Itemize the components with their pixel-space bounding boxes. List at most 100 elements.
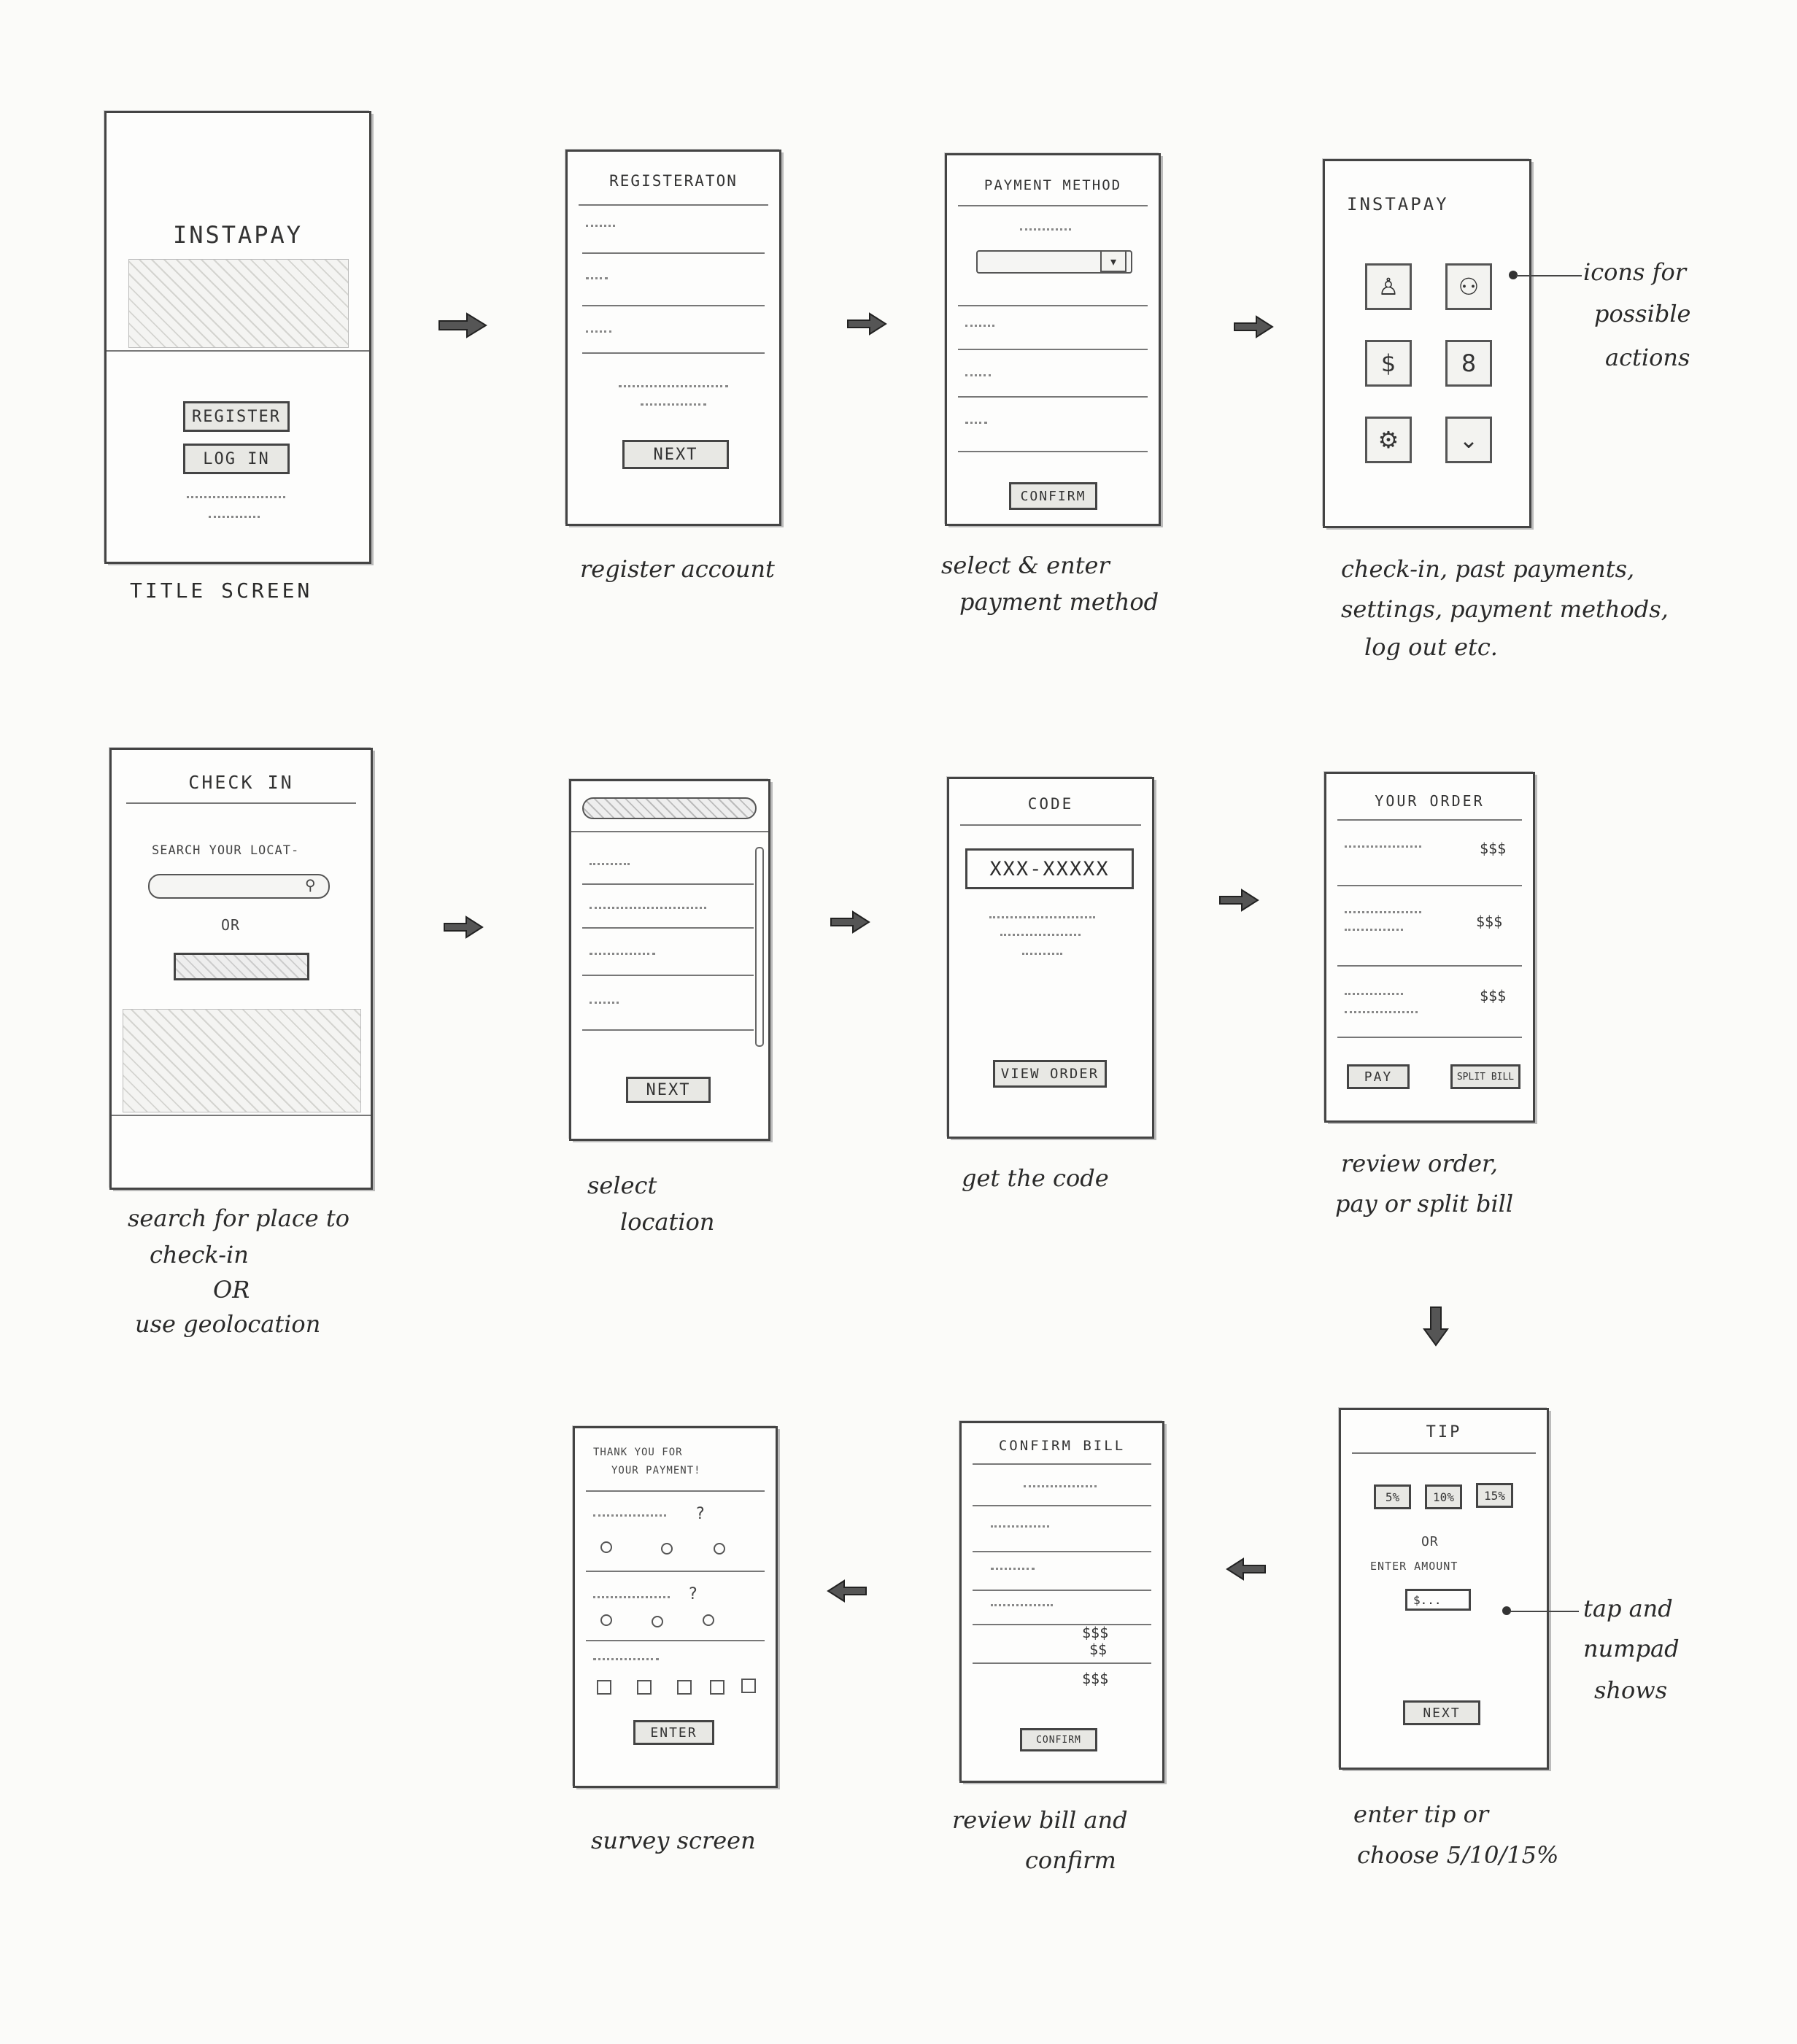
bill-item xyxy=(991,1568,1035,1570)
caption-select-line2: location xyxy=(620,1208,715,1236)
divider xyxy=(107,350,369,352)
survey-question xyxy=(593,1514,666,1517)
location-search-bar[interactable] xyxy=(582,797,757,819)
login-button[interactable]: LOG IN xyxy=(183,444,290,474)
list-item[interactable] xyxy=(590,1002,619,1004)
list-item[interactable] xyxy=(590,907,706,909)
total-divider xyxy=(973,1662,1151,1664)
order-item-price: $$$ xyxy=(1476,913,1503,930)
icon-8[interactable]: 8 xyxy=(1445,340,1492,387)
item-divider xyxy=(1337,885,1522,886)
tip-15-button[interactable]: 15% xyxy=(1476,1483,1513,1508)
confirm-button[interactable]: CONFIRM xyxy=(1009,482,1097,510)
search-icon[interactable]: ⚲ xyxy=(305,876,317,894)
input-underline[interactable] xyxy=(958,451,1148,452)
tip-amount-input[interactable]: $... xyxy=(1405,1589,1471,1611)
rating-radio[interactable] xyxy=(600,1541,612,1553)
caption-tip-line1: enter tip or xyxy=(1353,1800,1489,1828)
chevron-down-icon[interactable]: ⌄ xyxy=(1445,417,1492,463)
input-underline[interactable] xyxy=(958,349,1148,350)
confirm-button[interactable]: CONFIRM xyxy=(1020,1728,1097,1751)
screen-payment-method: PAYMENT METHOD ▾ CONFIRM xyxy=(945,153,1161,526)
tip-10-button[interactable]: 10% xyxy=(1425,1484,1462,1509)
split-bill-button[interactable]: SPLIT BILL xyxy=(1450,1064,1520,1089)
rating-radio[interactable] xyxy=(661,1543,673,1555)
rating-radio[interactable] xyxy=(714,1543,725,1555)
restaurant-name xyxy=(1024,1485,1097,1487)
rating-radio[interactable] xyxy=(600,1614,612,1626)
caption-order-line2: pay or split bill xyxy=(1335,1190,1514,1218)
gear-icon[interactable]: ⚙ xyxy=(1365,417,1412,463)
screen-survey: THANK YOU FOR YOUR PAYMENT! ? ? ENTER xyxy=(573,1426,778,1788)
annotation-leader xyxy=(1516,275,1582,276)
caption-check-in-line3: OR xyxy=(213,1276,250,1304)
flow-arrow-right-icon xyxy=(847,312,887,336)
question-mark: ? xyxy=(695,1505,706,1523)
caption-payment-line1: select & enter xyxy=(941,551,1110,579)
register-button[interactable]: REGISTER xyxy=(183,401,290,432)
pay-button[interactable]: PAY xyxy=(1347,1064,1410,1089)
dropdown-arrow-icon[interactable]: ▾ xyxy=(1100,250,1126,272)
rating-checkbox[interactable] xyxy=(677,1680,692,1695)
instruction-text xyxy=(1000,934,1081,936)
instruction-text xyxy=(1022,953,1062,955)
divider xyxy=(958,205,1148,206)
divider xyxy=(126,802,356,804)
divider xyxy=(579,204,768,206)
enter-amount-label: ENTER AMOUNT xyxy=(1370,1560,1458,1573)
order-item xyxy=(1345,1011,1418,1013)
screen-title-tip: TIP xyxy=(1426,1423,1462,1441)
action-icon-a[interactable]: ♙ xyxy=(1365,263,1412,310)
view-order-button[interactable]: VIEW ORDER xyxy=(993,1060,1107,1088)
enter-button[interactable]: ENTER xyxy=(633,1720,714,1745)
geolocation-button[interactable] xyxy=(174,953,309,980)
list-divider xyxy=(582,927,754,929)
tip-5-button[interactable]: 5% xyxy=(1374,1484,1411,1509)
flow-arrow-right-icon xyxy=(1234,315,1274,338)
survey-question xyxy=(593,1596,670,1598)
annotation-icons-line2: possible xyxy=(1594,300,1691,328)
dollar-icon[interactable]: $ xyxy=(1365,340,1412,387)
list-item[interactable] xyxy=(590,863,630,865)
divider xyxy=(586,1490,765,1492)
item-divider xyxy=(1337,965,1522,967)
divider xyxy=(586,1571,765,1572)
or-label: OR xyxy=(1421,1534,1439,1549)
search-input[interactable] xyxy=(148,874,330,899)
people-icon[interactable]: ⚇ xyxy=(1445,263,1492,310)
next-button[interactable]: NEXT xyxy=(1403,1700,1480,1725)
next-button[interactable]: NEXT xyxy=(626,1077,711,1103)
input-underline[interactable] xyxy=(582,352,765,354)
flow-arrow-left-icon xyxy=(1226,1557,1266,1581)
screen-select-location: NEXT xyxy=(569,779,770,1141)
rating-checkbox[interactable] xyxy=(710,1680,724,1695)
screen-title: INSTAPAY REGISTER LOG IN xyxy=(104,111,371,564)
divider xyxy=(973,1463,1151,1465)
caption-survey: survey screen xyxy=(591,1827,756,1854)
placeholder-text xyxy=(187,496,285,498)
screen-check-in: CHECK IN SEARCH YOUR LOCAT- ⚲ OR xyxy=(109,748,373,1190)
subtotal-value: $$$ xyxy=(1082,1624,1109,1641)
flow-arrow-left-icon xyxy=(827,1579,867,1603)
rating-radio[interactable] xyxy=(652,1616,663,1627)
input-underline[interactable] xyxy=(582,252,765,254)
rating-checkbox[interactable] xyxy=(741,1679,756,1693)
input-underline[interactable] xyxy=(958,396,1148,398)
screen-title-registration: REGISTERATON xyxy=(609,172,738,190)
bill-item xyxy=(991,1525,1049,1528)
list-item[interactable] xyxy=(590,953,655,955)
scrollbar[interactable] xyxy=(755,847,764,1047)
screen-home: INSTAPAY ♙ ⚇ $ 8 ⚙ ⌄ xyxy=(1323,159,1531,528)
order-item-price: $$$ xyxy=(1480,840,1507,857)
rating-radio[interactable] xyxy=(703,1614,714,1626)
next-button[interactable]: NEXT xyxy=(622,440,729,469)
rating-checkbox[interactable] xyxy=(637,1680,652,1695)
caption-confirm-line1: review bill and xyxy=(952,1806,1128,1834)
annotation-tip-line1: tap and xyxy=(1583,1595,1673,1622)
caption-check-in-line1: search for place to xyxy=(128,1204,349,1232)
input-underline[interactable] xyxy=(582,305,765,306)
placeholder-text xyxy=(1020,228,1071,231)
rating-checkbox[interactable] xyxy=(597,1680,611,1695)
instruction-text xyxy=(989,916,1095,918)
thank-you-line2: YOUR PAYMENT! xyxy=(611,1465,701,1476)
